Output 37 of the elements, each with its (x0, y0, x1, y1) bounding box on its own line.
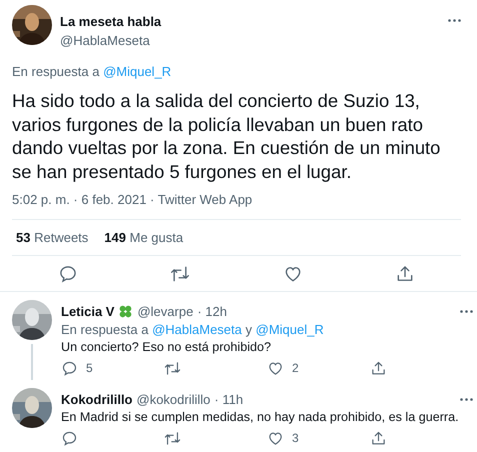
retweet-icon[interactable] (164, 430, 181, 447)
tweet-text: Ha sido todo a la salida del concierto de Suzio 13, varios furgones de la policía llevaban un buen rato dando vueltas por la zona. En cuestión de un minuto se han presentado 5 furgones en el lugar. (12, 89, 442, 183)
stat-count[interactable]: 149 Me gusta (104, 230, 184, 245)
like-count: 3 (292, 430, 299, 447)
reply-icon[interactable] (61, 360, 78, 377)
reply-count: 5 (86, 360, 93, 377)
reply-time: · 11h (214, 391, 244, 408)
tweet-timestamp: 5:02 p. m. · 6 feb. 2021 · Twitter Web App (12, 192, 252, 207)
reply-handle: @levarpe (137, 303, 194, 320)
mention-link[interactable]: @Miquel_R (256, 322, 324, 337)
author-name: La meseta habla (60, 14, 162, 29)
mention-link[interactable]: @HablaMeseta (152, 322, 242, 337)
reply-author-name: Leticia V (61, 303, 114, 320)
heart-icon[interactable] (282, 264, 303, 284)
reply-context: En respuesta a @Miquel_R (12, 64, 172, 79)
reply-time: · 12h (197, 303, 227, 320)
reply-text: Un concierto? Eso no está prohibido? (61, 339, 272, 356)
reply-handle: @kokodrilillo (136, 391, 210, 408)
reply-author-name: Kokodrilillo (61, 391, 132, 408)
reply-context: En respuesta a @HablaMeseta y @Miquel_R (61, 321, 325, 338)
retweet-icon[interactable] (164, 360, 181, 377)
stat-count[interactable]: 53 Retweets (16, 230, 88, 245)
reply-text: En Madrid si se cumplen medidas, no hay nada prohibido, es la guerra. (61, 409, 460, 426)
share-icon[interactable] (370, 360, 387, 377)
author-handle: @HablaMeseta (60, 33, 150, 48)
like-count: 2 (292, 360, 299, 377)
reply-icon[interactable] (61, 430, 78, 447)
reply-icon[interactable] (58, 264, 78, 284)
mention-link[interactable]: @Miquel_R (103, 64, 172, 79)
share-icon[interactable] (394, 264, 415, 284)
more-icon[interactable] (460, 310, 473, 313)
more-icon[interactable] (448, 19, 461, 22)
heart-icon[interactable] (267, 360, 284, 377)
more-icon[interactable] (460, 398, 473, 401)
heart-icon[interactable] (267, 430, 284, 447)
share-icon[interactable] (370, 430, 387, 447)
retweet-icon[interactable] (170, 264, 190, 284)
